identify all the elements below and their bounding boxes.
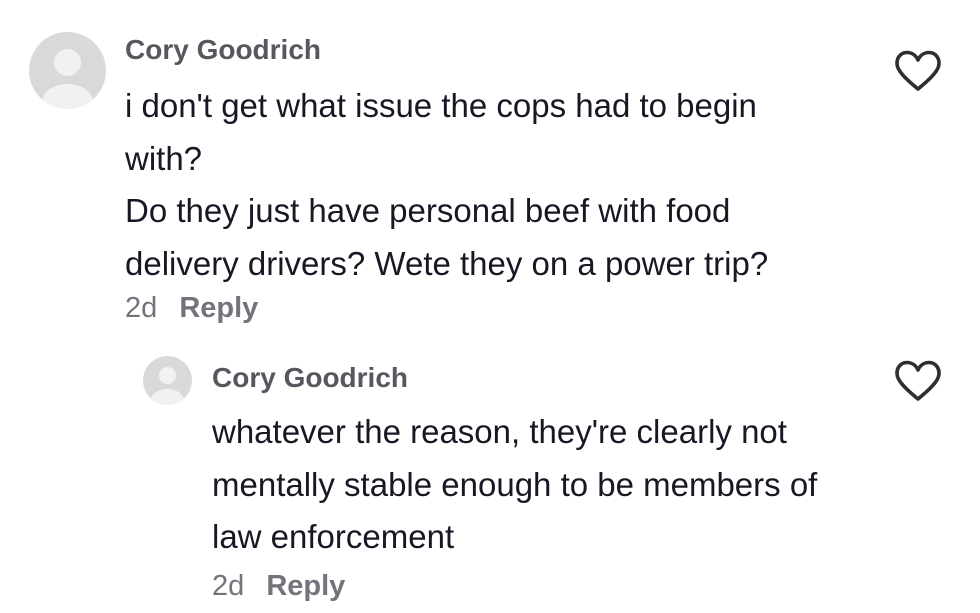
like-button[interactable] — [893, 48, 943, 94]
avatar-body-shape — [42, 84, 93, 109]
reply-meta: 2d Reply — [212, 570, 345, 603]
comment-text-line: delivery drivers? Wete they on a power t… — [125, 244, 769, 282]
comment-text: i don't get what issue the cops had to b… — [125, 80, 768, 290]
heart-outline-icon — [895, 50, 941, 91]
reply-button[interactable]: Reply — [266, 570, 345, 602]
heart-outline-icon — [895, 360, 941, 401]
reply-text-line: mentally stable enough to be members of — [212, 465, 818, 503]
avatar[interactable] — [29, 32, 106, 109]
reply-timestamp: 2d — [212, 570, 245, 602]
comment-text-line: with? — [125, 139, 203, 177]
reply-username[interactable]: Cory Goodrich — [212, 362, 408, 394]
avatar[interactable] — [143, 356, 192, 405]
reply-button[interactable]: Reply — [179, 292, 258, 324]
comment-text-line: i don't get what issue the cops had to b… — [125, 87, 757, 124]
like-button[interactable] — [893, 358, 943, 404]
comment-timestamp: 2d — [125, 292, 158, 324]
comment-text-line: Do they just have personal beef with foo… — [125, 192, 731, 229]
avatar-head-shape — [159, 367, 176, 384]
avatar-body-shape — [151, 389, 184, 405]
reply-text: whatever the reason, they're clearly not… — [212, 406, 817, 564]
reply-text-line: whatever the reason, they're clearly not — [212, 413, 787, 450]
avatar-head-shape — [54, 49, 81, 76]
comment-username[interactable]: Cory Goodrich — [125, 34, 321, 66]
reply-text-line: law enforcement — [212, 518, 455, 555]
comment-meta: 2d Reply — [125, 292, 258, 325]
